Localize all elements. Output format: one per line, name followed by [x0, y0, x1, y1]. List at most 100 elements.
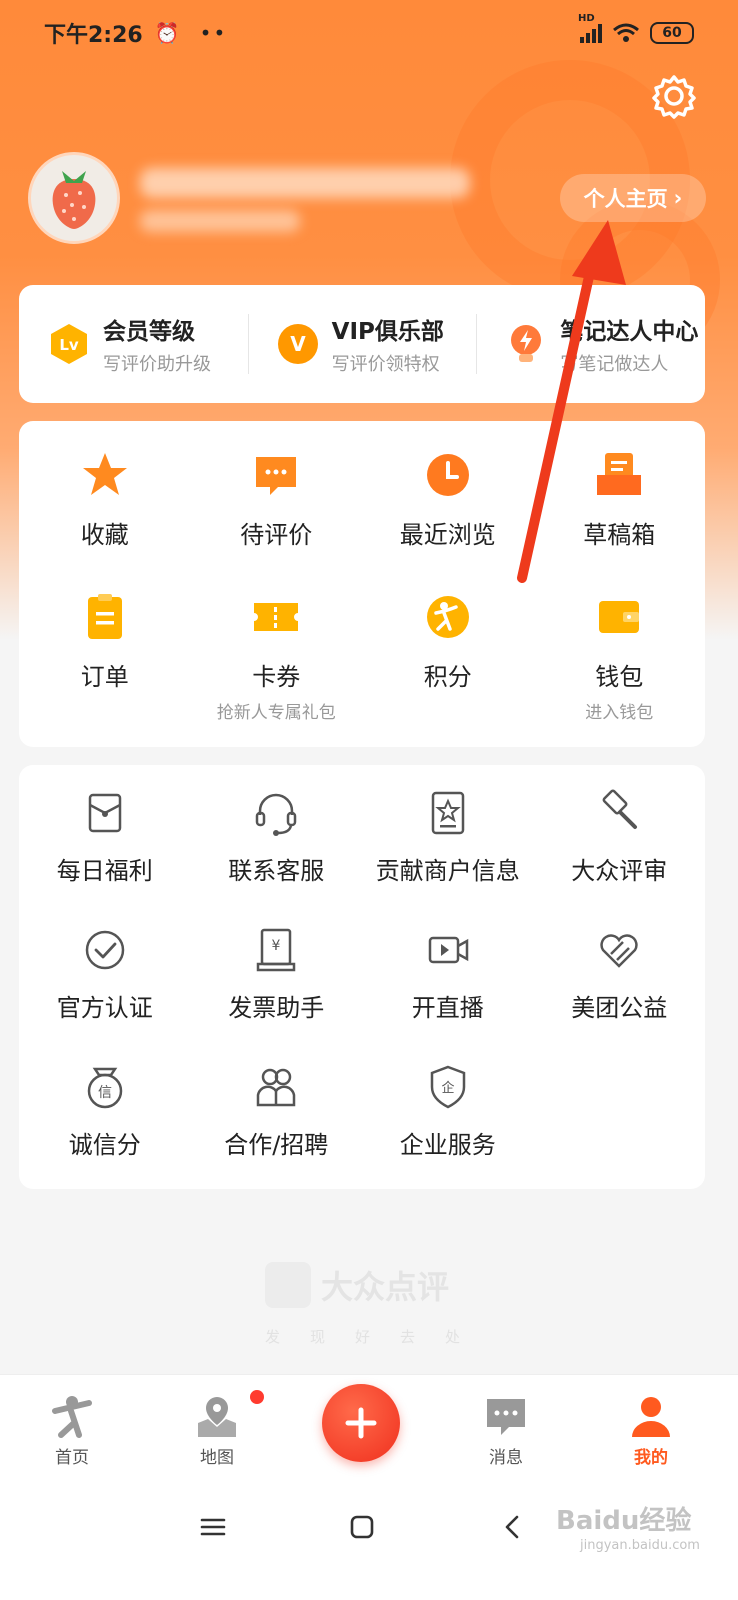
vip-club-title: VIP俱乐部 [331, 319, 444, 345]
tab-home[interactable]: 首页 [27, 1393, 117, 1468]
grid-label: 企业服务 [399, 1131, 496, 1159]
note-expert-item[interactable]: 笔记达人中心 写笔记做达人 [476, 314, 705, 375]
home-icon [52, 1396, 92, 1438]
grid-item-daily-benefits[interactable]: 每日福利 [19, 787, 191, 924]
grid-item-enterprise-service[interactable]: 企 企业服务 [362, 1061, 534, 1198]
home-square-icon[interactable] [347, 1512, 377, 1542]
grid-item-orders[interactable]: 订单 [19, 591, 191, 733]
order-icon [87, 594, 122, 639]
grid-item-drafts[interactable]: 草稿箱 [534, 449, 706, 591]
tab-label: 消息 [489, 1448, 523, 1468]
gift-icon [88, 793, 121, 833]
grid-item-public-review[interactable]: 大众评审 [534, 787, 706, 924]
personal-homepage-button[interactable]: 个人主页 › [560, 174, 706, 222]
grid-item-go-live[interactable]: 开直播 [362, 924, 534, 1061]
grid-label: 卡券 [252, 663, 301, 691]
lightbulb-icon [511, 325, 542, 362]
feature-grid: 收藏 待评价 最近浏览 草稿箱 订单 卡券 抢新人专属礼包 积分 钱包 进入钱包 [19, 421, 705, 747]
slogan-char: 现 [309, 1328, 325, 1346]
member-card: Lv 会员等级 写评价助升级 V VIP俱乐部 写评价领特权 笔记达人中心 写笔… [19, 285, 705, 403]
strawberry-icon [52, 171, 96, 229]
headset-icon [256, 793, 297, 836]
grid-label: 积分 [423, 663, 472, 691]
grid-label: 收藏 [80, 521, 129, 549]
grid-item-wallet[interactable]: 钱包 进入钱包 [534, 591, 706, 733]
back-icon[interactable] [498, 1512, 528, 1542]
points-icon [426, 596, 469, 638]
user-icon [632, 1397, 670, 1437]
blurred-username [140, 168, 470, 198]
charity-icon [600, 934, 638, 968]
brand-slogan: 发 现 好 去 处 [265, 1326, 460, 1347]
grid-label: 联系客服 [228, 857, 325, 885]
svg-text:Lv: Lv [59, 336, 79, 354]
grid-item-credit-score[interactable]: 信 诚信分 [19, 1061, 191, 1198]
tab-mine[interactable]: 我的 [606, 1393, 696, 1468]
grid-label: 每日福利 [56, 857, 153, 885]
clock-icon [426, 454, 469, 496]
avatar[interactable] [28, 152, 120, 244]
svg-text:企: 企 [441, 1080, 454, 1096]
chevron-right-icon: › [673, 186, 683, 210]
grid-label: 合作/招聘 [224, 1131, 329, 1159]
slogan-char: 发 [265, 1328, 281, 1346]
hd-label: HD [578, 13, 595, 24]
grid-item-favorites[interactable]: 收藏 [19, 449, 191, 591]
notification-dot [250, 1390, 264, 1404]
grid-label: 草稿箱 [583, 521, 656, 549]
grid-label: 美团公益 [571, 994, 668, 1022]
tab-map[interactable]: 地图 [172, 1393, 262, 1468]
recruit-icon [257, 1068, 296, 1107]
baidu-watermark-url: jingyan.baidu.com [580, 1538, 700, 1553]
signal-icon: HD [578, 13, 602, 43]
enterprise-icon: 企 [430, 1065, 465, 1109]
grid-label: 开直播 [411, 994, 484, 1022]
svg-text:信: 信 [98, 1085, 112, 1101]
note-expert-sub: 写笔记做达人 [560, 354, 669, 375]
member-level-sub: 写评价助升级 [103, 354, 211, 375]
plus-icon [345, 1407, 377, 1439]
alarm-icon: ⏰ [154, 21, 180, 45]
grid-item-recent[interactable]: 最近浏览 [362, 449, 534, 591]
grid-item-meituan-charity[interactable]: 美团公益 [534, 924, 706, 1061]
vip-club-item[interactable]: V VIP俱乐部 写评价领特权 [247, 314, 477, 375]
comment-icon [256, 457, 297, 495]
status-bar: 下午2:26 ⏰ •• HD 60 [0, 0, 738, 66]
baidu-watermark: Baidu经验 [556, 1506, 692, 1536]
invoice-icon: ¥ [257, 928, 296, 972]
menu-icon[interactable] [198, 1512, 228, 1542]
grid-label: 待评价 [240, 521, 313, 549]
grid-item-customer-service[interactable]: 联系客服 [191, 787, 363, 924]
slogan-char: 处 [444, 1328, 460, 1346]
member-level-item[interactable]: Lv 会员等级 写评价助升级 [19, 314, 248, 375]
tab-messages[interactable]: 消息 [461, 1393, 551, 1468]
note-expert-title: 笔记达人中心 [560, 319, 699, 345]
grid-item-official-certification[interactable]: 官方认证 [19, 924, 191, 1061]
star-icon [82, 453, 127, 495]
brand-name: 大众点评 [321, 1268, 450, 1306]
grid-label: 官方认证 [56, 994, 153, 1022]
grid-item-cooperation-recruit[interactable]: 合作/招聘 [191, 1061, 363, 1198]
battery-icon: 60 [650, 22, 694, 44]
wifi-icon [613, 23, 639, 42]
blurred-user-info [140, 210, 300, 232]
slogan-char: 好 [354, 1328, 370, 1346]
member-level-title: 会员等级 [103, 319, 195, 345]
grid-item-contribute-merchant[interactable]: 贡献商户信息 [362, 787, 534, 924]
personal-homepage-label: 个人主页 [583, 187, 668, 211]
drafts-icon [597, 453, 642, 495]
gear-icon[interactable] [650, 72, 698, 120]
message-icon [487, 1399, 525, 1435]
grid-label: 大众评审 [571, 857, 668, 885]
grid-item-pending-review[interactable]: 待评价 [191, 449, 363, 591]
grid-sublabel: 进入钱包 [585, 703, 654, 723]
wallet-icon [599, 601, 640, 633]
grid-item-invoice-assistant[interactable]: ¥ 发票助手 [191, 924, 363, 1061]
grid-item-coupons[interactable]: 卡券 抢新人专属礼包 [191, 591, 363, 733]
services-grid: 每日福利 联系客服 贡献商户信息 大众评审 官方认证 ¥ 发票助手 开直播 美团… [19, 765, 705, 1189]
grid-item-points[interactable]: 积分 [362, 591, 534, 733]
map-pin-icon [198, 1397, 236, 1437]
live-icon [428, 936, 468, 964]
create-post-button[interactable] [322, 1384, 400, 1462]
tab-label: 首页 [55, 1448, 89, 1468]
